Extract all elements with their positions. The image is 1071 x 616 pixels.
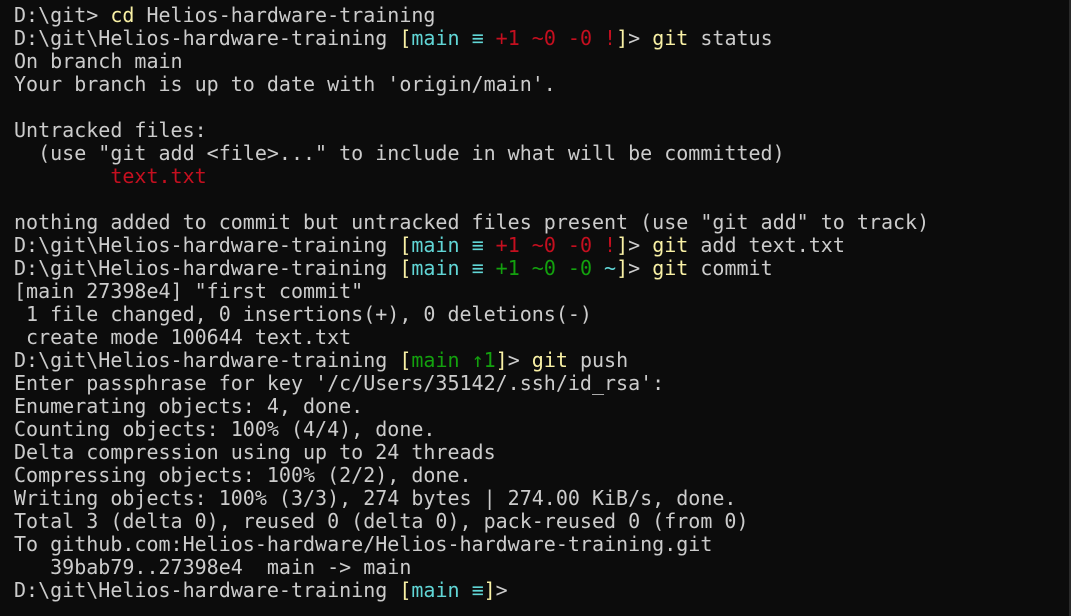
terminal-text-segment: main ≡ xyxy=(411,256,496,280)
terminal-text-segment: git xyxy=(652,26,689,50)
terminal-line: [main 27398e4] "first commit" xyxy=(14,280,929,303)
terminal-text-segment: ] xyxy=(495,348,508,372)
terminal-line: text.txt xyxy=(14,165,929,188)
terminal-line: Compressing objects: 100% (2/2), done. xyxy=(14,464,929,487)
terminal-text-segment: > xyxy=(628,256,653,280)
terminal-text-segment: [ xyxy=(399,26,412,50)
terminal-line: nothing added to commit but untracked fi… xyxy=(14,211,929,234)
terminal-text-segment: main ≡ xyxy=(411,26,496,50)
terminal-text-segment: Writing objects: 100% (3/3), 274 bytes |… xyxy=(14,486,737,510)
terminal-text-segment: commit xyxy=(688,256,773,280)
terminal-line: Untracked files: xyxy=(14,119,929,142)
terminal-line: D:\git\Helios-hardware-training [main ↑1… xyxy=(14,349,929,372)
terminal-text-segment: D:\git\Helios-hardware-training xyxy=(14,348,400,372)
terminal-text-segment: To github.com:Helios-hardware/Helios-har… xyxy=(14,532,713,556)
terminal-text-segment: push xyxy=(567,348,629,372)
terminal-text-segment: status xyxy=(688,26,773,50)
terminal-text-segment: > xyxy=(507,348,532,372)
terminal-text-segment: [ xyxy=(399,256,412,280)
terminal-text-segment: git xyxy=(652,256,689,280)
terminal-text-segment: create mode 100644 text.txt xyxy=(14,325,352,349)
terminal-text-segment: > xyxy=(628,26,653,50)
terminal-text-segment: [main 27398e4] "first commit" xyxy=(14,279,364,303)
terminal-text-segment: nothing added to commit but untracked fi… xyxy=(14,210,930,234)
terminal-text-segment: main ≡ xyxy=(411,233,496,257)
terminal-text-segment: add text.txt xyxy=(688,233,845,257)
terminal-text-segment: ] xyxy=(616,26,629,50)
terminal-line: D:\git\Helios-hardware-training [main ≡ … xyxy=(14,257,929,280)
terminal-line: D:\git\Helios-hardware-training [main ≡]… xyxy=(14,579,929,602)
terminal-line: Enter passphrase for key '/c/Users/35142… xyxy=(14,372,929,395)
terminal-line: D:\git\Helios-hardware-training [main ≡ … xyxy=(14,27,929,50)
terminal-text-segment: [ xyxy=(399,578,412,602)
terminal-text-segment: Untracked files: xyxy=(14,118,207,142)
terminal-text-segment: Compressing objects: 100% (2/2), done. xyxy=(14,463,472,487)
terminal-text-segment: D:\git\Helios-hardware-training xyxy=(14,578,400,602)
terminal-line: 39bab79..27398e4 main -> main xyxy=(14,556,929,579)
terminal-text-segment: Helios-hardware-training xyxy=(134,3,436,27)
terminal-text-segment: ] xyxy=(483,578,496,602)
terminal-text-segment: D:\git\Helios-hardware-training xyxy=(14,233,400,257)
terminal-text-segment: ] xyxy=(616,256,629,280)
terminal-text-segment: > xyxy=(628,233,653,257)
terminal-line: 1 file changed, 0 insertions(+), 0 delet… xyxy=(14,303,929,326)
terminal-text-segment: D:\git\Helios-hardware-training xyxy=(14,256,400,280)
terminal-text-segment: > xyxy=(495,578,508,602)
terminal-text-segment: git xyxy=(652,233,689,257)
terminal-text-segment: Total 3 (delta 0), reused 0 (delta 0), p… xyxy=(14,509,749,533)
terminal-line: On branch main xyxy=(14,50,929,73)
terminal-text-segment: +1 ~0 -0 xyxy=(495,256,605,280)
terminal-text-segment: [ xyxy=(399,233,412,257)
terminal-text-segment: Your branch is up to date with 'origin/m… xyxy=(14,72,556,96)
terminal-text-segment: Enumerating objects: 4, done. xyxy=(14,394,364,418)
terminal-line: Total 3 (delta 0), reused 0 (delta 0), p… xyxy=(14,510,929,533)
terminal-text-segment: +1 ~0 -0 ! xyxy=(495,233,617,257)
terminal-text-segment: 1 file changed, 0 insertions(+), 0 delet… xyxy=(14,302,592,326)
terminal-text-segment: git xyxy=(531,348,568,372)
terminal-text-segment: Delta compression using up to 24 threads xyxy=(14,440,496,464)
terminal-text-segment: main ≡ xyxy=(411,578,484,602)
terminal-line: D:\git\Helios-hardware-training [main ≡ … xyxy=(14,234,929,257)
terminal-text-segment: (use "git add <file>..." to include in w… xyxy=(14,141,785,165)
terminal-line: (use "git add <file>..." to include in w… xyxy=(14,142,929,165)
terminal-text-segment: On branch main xyxy=(14,49,183,73)
terminal-text-segment: Counting objects: 100% (4/4), done. xyxy=(14,417,436,441)
terminal-text-segment: +1 ~0 -0 ! xyxy=(495,26,617,50)
terminal-text-segment: text.txt xyxy=(110,164,207,188)
terminal-line: Enumerating objects: 4, done. xyxy=(14,395,929,418)
terminal-text-segment: ~ xyxy=(604,256,617,280)
terminal-text-segment: [ xyxy=(399,348,412,372)
terminal-line: D:\git> cd Helios-hardware-training xyxy=(14,4,929,27)
terminal-text-segment: 39bab79..27398e4 main -> main xyxy=(14,555,412,579)
terminal-text-segment: main ↑1 xyxy=(411,348,496,372)
terminal-line: To github.com:Helios-hardware/Helios-har… xyxy=(14,533,929,556)
terminal-line: Counting objects: 100% (4/4), done. xyxy=(14,418,929,441)
terminal-output[interactable]: D:\git> cd Helios-hardware-training D:\gi… xyxy=(14,4,929,602)
terminal-text-segment: D:\git\Helios-hardware-training xyxy=(14,26,400,50)
terminal-text-segment: ] xyxy=(616,233,629,257)
terminal-line: Writing objects: 100% (3/3), 274 bytes |… xyxy=(14,487,929,510)
terminal-text-segment: D:\git> xyxy=(14,3,111,27)
terminal-line: create mode 100644 text.txt xyxy=(14,326,929,349)
terminal-line: Your branch is up to date with 'origin/m… xyxy=(14,73,929,96)
terminal-text-segment: Enter passphrase for key '/c/Users/35142… xyxy=(14,371,665,395)
terminal-line: Delta compression using up to 24 threads xyxy=(14,441,929,464)
terminal-text-segment: cd xyxy=(110,3,135,27)
